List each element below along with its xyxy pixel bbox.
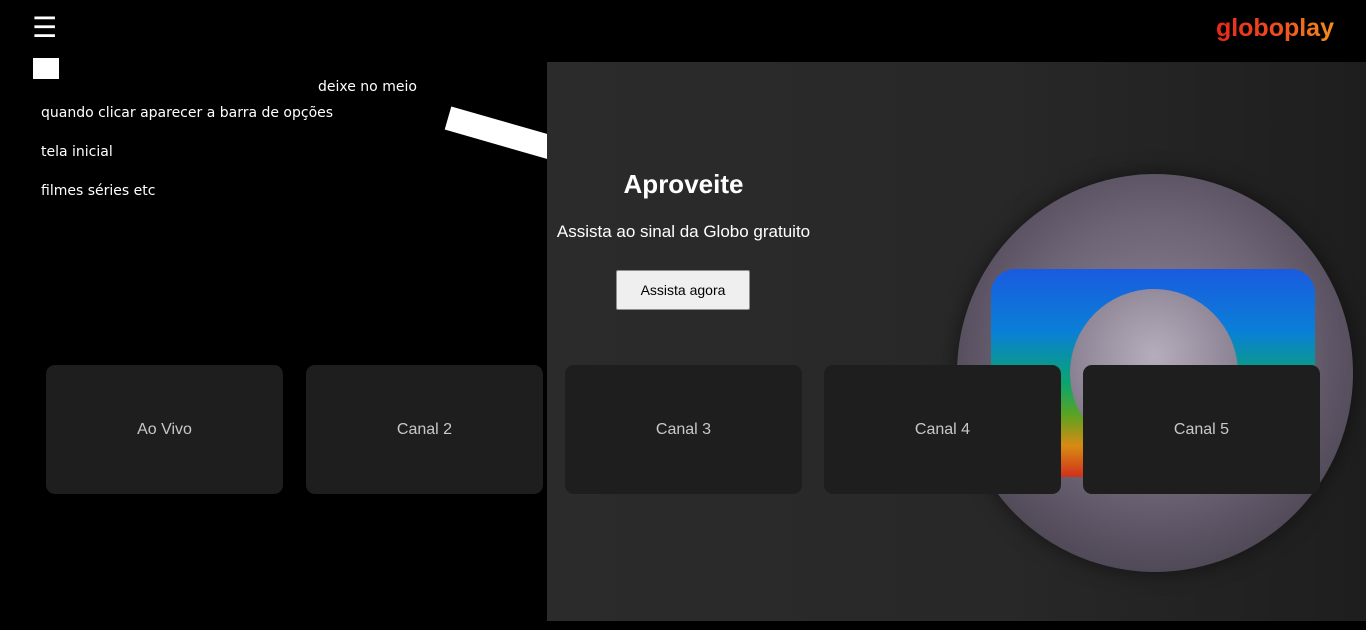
channel-card-2[interactable]: Canal 2 [306,365,543,494]
globoplay-logo[interactable]: globoplay [1216,14,1334,43]
note-films-series: filmes séries etc [41,183,156,199]
note-keep-in-middle: deixe no meio [318,79,417,95]
note-options-bar: quando clicar aparecer a barra de opções [41,105,334,121]
note-home-screen: tela inicial [41,144,113,160]
watch-now-button[interactable]: Assista agora [616,270,750,310]
white-placeholder-box [33,58,59,79]
hamburger-icon: ☰ [32,11,58,44]
hero-banner: Aproveite Assista ao sinal da Globo grat… [547,62,1366,621]
channel-card-5[interactable]: Canal 5 [1083,365,1320,494]
channel-card-3[interactable]: Canal 3 [565,365,802,494]
channel-card-ao-vivo[interactable]: Ao Vivo [46,365,283,494]
hero-title: Aproveite [623,169,744,199]
hero-subtitle: Assista ao sinal da Globo gratuito [556,222,811,241]
hamburger-menu-button[interactable]: ☰ [32,14,57,42]
channel-card-4[interactable]: Canal 4 [824,365,1061,494]
